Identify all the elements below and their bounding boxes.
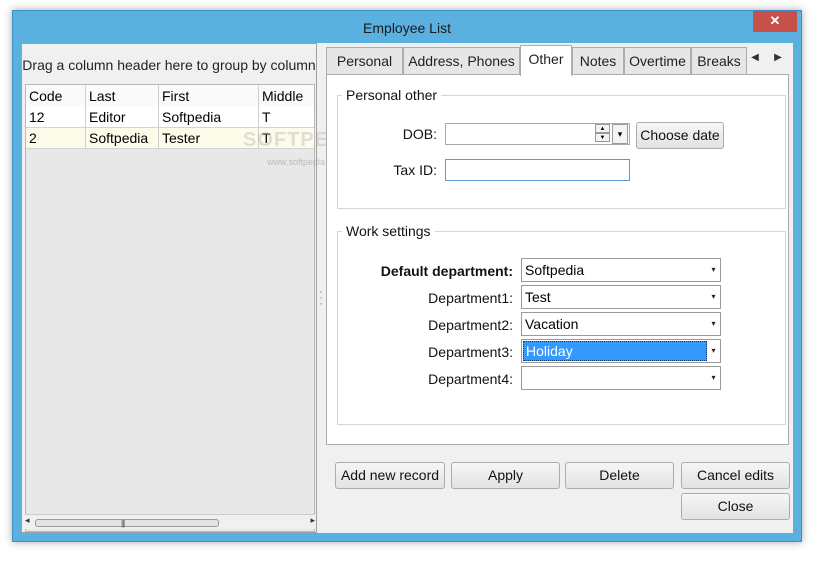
cell-last: Softpedia: [86, 128, 159, 149]
work-settings-legend: Work settings: [346, 223, 431, 239]
department1-label: Department1:: [428, 290, 513, 306]
delete-button[interactable]: Delete: [565, 462, 674, 489]
chevron-left-icon[interactable]: ◀: [744, 47, 766, 69]
department2-select[interactable]: Vacation ▾: [521, 312, 721, 336]
default-department-value: Softpedia: [525, 262, 585, 278]
employee-list-window: Employee List ✕ Drag a column header her…: [12, 10, 802, 542]
column-header-middle[interactable]: Middle: [259, 85, 314, 107]
window-close-button[interactable]: ✕: [753, 11, 797, 32]
cancel-edits-button[interactable]: Cancel edits: [681, 462, 790, 489]
client-area: Drag a column header here to group by co…: [21, 43, 793, 533]
close-button[interactable]: Close: [681, 493, 790, 520]
tab-strip: Personal Address, Phones Other Notes Ove…: [326, 45, 789, 76]
tab-personal[interactable]: Personal: [326, 47, 403, 74]
scroll-right-icon[interactable]: ▸: [310, 515, 315, 526]
group-by-area[interactable]: Drag a column header here to group by co…: [22, 44, 316, 84]
tab-address-phones[interactable]: Address, Phones: [403, 47, 520, 74]
department1-select[interactable]: Test ▾: [521, 285, 721, 309]
scrollbar-thumb[interactable]: [35, 519, 219, 527]
default-department-select[interactable]: Softpedia ▾: [521, 258, 721, 282]
grid-header: Code Last First Middle: [26, 85, 314, 108]
column-header-first[interactable]: First: [159, 85, 259, 107]
title-bar: Employee List ✕: [13, 11, 801, 43]
tax-id-field[interactable]: [445, 159, 630, 181]
spin-down-icon[interactable]: ▼: [595, 133, 610, 142]
department3-label: Department3:: [428, 344, 513, 360]
chevron-down-icon[interactable]: ▾: [708, 368, 719, 388]
close-icon: ✕: [769, 13, 781, 28]
cell-first: Softpedia: [159, 107, 259, 128]
chevron-down-icon[interactable]: ▾: [708, 260, 719, 280]
cell-middle: T: [259, 107, 314, 128]
panel-splitter[interactable]: · · ·: [319, 285, 323, 309]
employee-grid-panel: Drag a column header here to group by co…: [21, 43, 317, 533]
department3-value: Holiday: [523, 341, 707, 361]
spin-up-icon[interactable]: ▲: [595, 124, 610, 133]
chevron-down-icon[interactable]: ▾: [612, 124, 628, 144]
chevron-down-icon[interactable]: ▾: [708, 314, 719, 334]
tab-breaks[interactable]: Breaks: [691, 47, 747, 74]
cell-last: Editor: [86, 107, 159, 128]
choose-date-button[interactable]: Choose date: [636, 122, 724, 149]
tab-notes[interactable]: Notes: [572, 47, 624, 74]
cell-code: 12: [26, 107, 86, 128]
tab-overtime[interactable]: Overtime: [624, 47, 691, 74]
department2-label: Department2:: [428, 317, 513, 333]
tax-id-label: Tax ID:: [393, 162, 437, 178]
column-header-last[interactable]: Last: [86, 85, 159, 107]
tab-content-other: Personal other DOB: ▲ ▼ ▾ Choose date Ta…: [326, 74, 789, 445]
add-new-record-button[interactable]: Add new record: [335, 462, 445, 489]
spin-updown-icon[interactable]: ▲ ▼: [595, 124, 610, 144]
cell-code: 2: [26, 128, 86, 149]
dob-label: DOB:: [402, 126, 437, 142]
horizontal-scrollbar[interactable]: ◂ ||| ▸: [25, 514, 315, 529]
personal-other-legend: Personal other: [346, 87, 438, 103]
chevron-down-icon[interactable]: ▾: [708, 341, 719, 361]
grip-icon: |||: [121, 519, 125, 528]
tab-other[interactable]: Other: [520, 45, 572, 76]
department4-select[interactable]: ▾: [521, 366, 721, 390]
window-title: Employee List: [363, 20, 451, 36]
column-header-code[interactable]: Code: [26, 85, 86, 107]
chevron-down-icon[interactable]: ▾: [708, 287, 719, 307]
department4-label: Department4:: [428, 371, 513, 387]
default-department-label: Default department:: [380, 263, 513, 279]
table-row[interactable]: 12 Editor Softpedia T: [26, 107, 314, 128]
department2-value: Vacation: [525, 316, 579, 332]
scroll-left-icon[interactable]: ◂: [25, 515, 30, 526]
chevron-right-icon[interactable]: ▶: [767, 47, 789, 69]
department3-select[interactable]: Holiday ▾: [521, 339, 721, 363]
details-tab-panel: Personal Address, Phones Other Notes Ove…: [326, 43, 789, 445]
apply-button[interactable]: Apply: [451, 462, 560, 489]
department1-value: Test: [525, 289, 551, 305]
